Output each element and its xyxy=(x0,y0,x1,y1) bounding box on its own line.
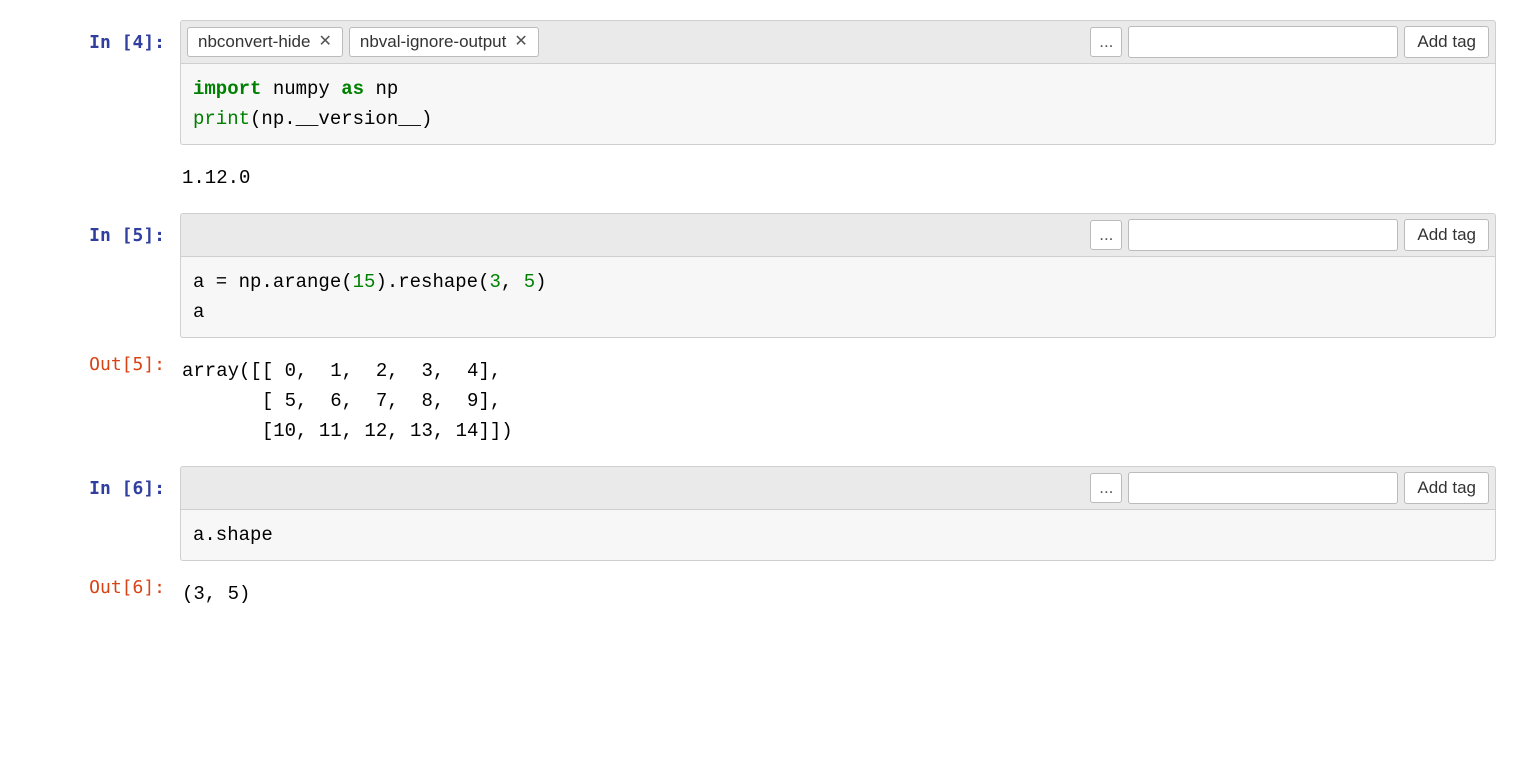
code-token: 5 xyxy=(524,271,535,293)
tag-toolbar: nbconvert-hide ✕ nbval-ignore-output ✕ .… xyxy=(180,20,1496,64)
output-prompt: Out[6]: xyxy=(40,571,180,603)
more-button[interactable]: ... xyxy=(1090,27,1122,57)
more-button[interactable]: ... xyxy=(1090,473,1122,503)
tag-input[interactable] xyxy=(1128,26,1398,58)
output-prompt: Out[5]: xyxy=(40,348,180,380)
input-prompt: In [5]: xyxy=(40,213,180,251)
output-row: Out[5]: array([[ 0, 1, 2, 3, 4], [ 5, 6,… xyxy=(40,348,1496,446)
output-row: 1.12.0 xyxy=(40,155,1496,193)
code-token: (np.__version__) xyxy=(250,108,432,130)
cell-input-row: In [6]: ... Add tag a.shape xyxy=(40,466,1496,561)
code-editor[interactable]: a.shape xyxy=(180,510,1496,561)
cell-main: nbconvert-hide ✕ nbval-ignore-output ✕ .… xyxy=(180,20,1496,145)
close-icon[interactable]: ✕ xyxy=(514,34,527,50)
code-token: a.shape xyxy=(193,524,273,546)
code-token: numpy xyxy=(261,78,341,100)
tag-toolbar: ... Add tag xyxy=(180,466,1496,510)
code-editor[interactable]: a = np.arange(15).reshape(3, 5) a xyxy=(180,257,1496,338)
add-tag-button[interactable]: Add tag xyxy=(1404,472,1489,504)
code-editor[interactable]: import numpy as np print(np.__version__) xyxy=(180,64,1496,145)
output-text: array([[ 0, 1, 2, 3, 4], [ 5, 6, 7, 8, 9… xyxy=(180,348,513,446)
output-row: Out[6]: (3, 5) xyxy=(40,571,1496,609)
add-tag-button[interactable]: Add tag xyxy=(1404,26,1489,58)
tag-chip[interactable]: nbval-ignore-output ✕ xyxy=(349,27,539,57)
output-prompt-empty xyxy=(40,155,180,157)
code-token: print xyxy=(193,108,250,130)
close-icon[interactable]: ✕ xyxy=(318,34,331,50)
tag-label: nbconvert-hide xyxy=(198,32,310,52)
cell-input-row: In [4]: nbconvert-hide ✕ nbval-ignore-ou… xyxy=(40,20,1496,145)
code-token: as xyxy=(341,78,364,100)
code-token: import xyxy=(193,78,261,100)
tag-chip[interactable]: nbconvert-hide ✕ xyxy=(187,27,343,57)
cell-main: ... Add tag a = np.arange(15).reshape(3,… xyxy=(180,213,1496,338)
input-prompt: In [4]: xyxy=(40,20,180,58)
cell-main: ... Add tag a.shape xyxy=(180,466,1496,561)
input-prompt: In [6]: xyxy=(40,466,180,504)
code-token: a = np.arange( xyxy=(193,271,353,293)
cell: In [6]: ... Add tag a.shape Out[6]: (3, … xyxy=(40,466,1496,609)
cell: In [4]: nbconvert-hide ✕ nbval-ignore-ou… xyxy=(40,20,1496,193)
cell: In [5]: ... Add tag a = np.arange(15).re… xyxy=(40,213,1496,446)
tag-toolbar: ... Add tag xyxy=(180,213,1496,257)
code-token: np xyxy=(364,78,398,100)
code-token: 3 xyxy=(489,271,500,293)
output-text: (3, 5) xyxy=(180,571,250,609)
more-button[interactable]: ... xyxy=(1090,220,1122,250)
tag-input[interactable] xyxy=(1128,472,1398,504)
tag-label: nbval-ignore-output xyxy=(360,32,506,52)
tag-input[interactable] xyxy=(1128,219,1398,251)
code-token: 15 xyxy=(353,271,376,293)
cell-input-row: In [5]: ... Add tag a = np.arange(15).re… xyxy=(40,213,1496,338)
code-token: ).reshape( xyxy=(375,271,489,293)
add-tag-button[interactable]: Add tag xyxy=(1404,219,1489,251)
code-token: , xyxy=(501,271,524,293)
output-text: 1.12.0 xyxy=(180,155,250,193)
